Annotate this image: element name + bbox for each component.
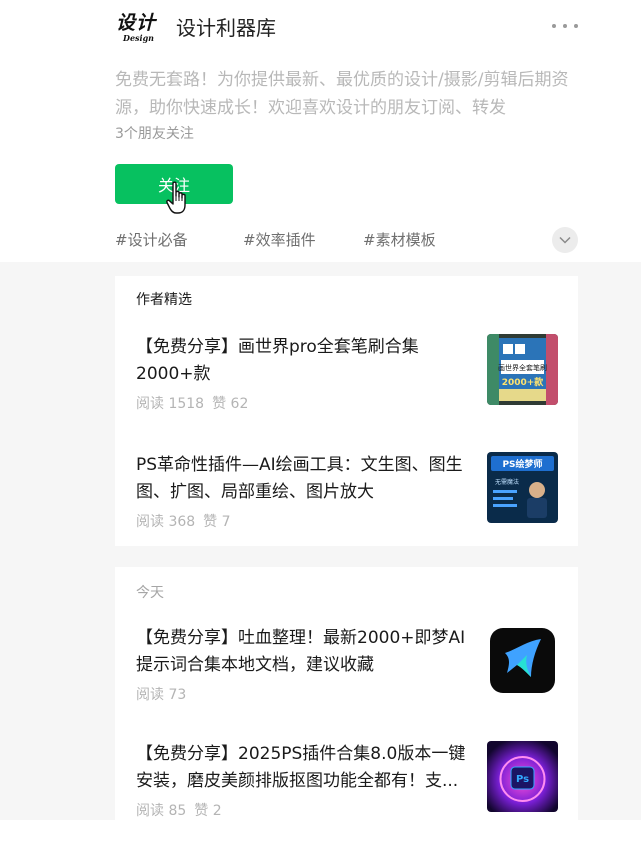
account-description: 免费无套路！为你提供最新、最优质的设计/摄影/剪辑后期资源，助你快速成长！欢迎喜… (115, 70, 569, 118)
featured-articles-card: 作者精选 【免费分享】画世界pro全套笔刷合集2000+款 阅读 1518 赞 6… (115, 276, 578, 546)
article-thumbnail[interactable]: 画世界全套笔刷 2000+款 (487, 334, 558, 405)
account-header: 设计 Design 设计利器库 免费无套路！为你提供最新、最优质的设计/摄影/剪… (0, 0, 641, 262)
tag-material-templates[interactable]: #素材模板 (363, 229, 436, 251)
article-title[interactable]: PS革命性插件—AI绘画工具：文生图、图生图、扩图、局部重绘、图片放大 (136, 452, 470, 506)
like-count: 赞 7 (203, 514, 231, 530)
article-item[interactable]: PS革命性插件—AI绘画工具：文生图、图生图、扩图、局部重绘、图片放大 阅读 3… (136, 452, 558, 552)
logo-text: 设计 (116, 12, 157, 34)
tag-efficiency-plugins[interactable]: #效率插件 (243, 229, 316, 251)
tag-design-essentials[interactable]: #设计必备 (115, 229, 188, 251)
chevron-down-icon (559, 236, 571, 244)
article-title[interactable]: 【免费分享】吐血整理！最新2000+即梦AI提示词合集本地文档，建议收藏 (136, 625, 470, 679)
logo-subtext: Design (123, 33, 154, 43)
account-logo[interactable]: 设计 Design (114, 12, 158, 44)
read-count: 阅读 73 (136, 687, 187, 703)
thumbnail-caption: 2000+款 (502, 376, 545, 388)
article-thumbnail[interactable]: PS绘梦师 无需魔法 (487, 452, 558, 523)
page: 设计 Design 设计利器库 免费无套路！为你提供最新、最优质的设计/摄影/剪… (0, 0, 641, 820)
article-item[interactable]: 【免费分享】吐血整理！最新2000+即梦AI提示词合集本地文档，建议收藏 阅读 … (136, 625, 558, 725)
thumbnail-caption: 无需魔法 (495, 478, 519, 486)
thumbnail-caption: Ps (516, 774, 529, 785)
article-meta: 阅读 73 (136, 685, 194, 705)
like-count: 赞 62 (212, 396, 249, 412)
friends-following-count[interactable]: 3个朋友关注 (115, 124, 194, 144)
article-meta: 阅读 368 赞 7 (136, 512, 239, 532)
article-item[interactable]: 【免费分享】2025PS插件合集8.0版本一键安装，磨皮美颜排版抠图功能全都有！… (136, 741, 558, 841)
thumbnail-caption: PS绘梦师 (502, 458, 542, 470)
read-count: 阅读 368 (136, 514, 196, 530)
more-options-icon[interactable] (552, 12, 578, 40)
article-item[interactable]: 【免费分享】画世界pro全套笔刷合集2000+款 阅读 1518 赞 62 画世界… (136, 334, 558, 434)
today-articles-card: 今天 【免费分享】吐血整理！最新2000+即梦AI提示词合集本地文档，建议收藏 … (115, 567, 578, 820)
read-count: 阅读 85 (136, 803, 187, 819)
like-count: 赞 2 (194, 803, 222, 819)
article-title[interactable]: 【免费分享】画世界pro全套笔刷合集2000+款 (136, 334, 470, 388)
thumbnail-caption: 画世界全套笔刷 (498, 363, 547, 372)
ps-plugin-thumbnail[interactable]: Ps (487, 741, 558, 812)
jimeng-app-thumbnail[interactable] (487, 625, 558, 696)
article-meta: 阅读 1518 赞 62 (136, 394, 256, 414)
read-count: 阅读 1518 (136, 396, 205, 412)
article-meta: 阅读 85 赞 2 (136, 801, 230, 821)
account-name[interactable]: 设计利器库 (176, 14, 276, 42)
section-title-featured: 作者精选 (136, 292, 192, 308)
hand-cursor-icon (166, 181, 186, 214)
article-title[interactable]: 【免费分享】2025PS插件合集8.0版本一键安装，磨皮美颜排版抠图功能全都有！… (136, 741, 470, 795)
expand-tags-button[interactable] (552, 227, 578, 253)
section-title-today: 今天 (136, 585, 164, 601)
